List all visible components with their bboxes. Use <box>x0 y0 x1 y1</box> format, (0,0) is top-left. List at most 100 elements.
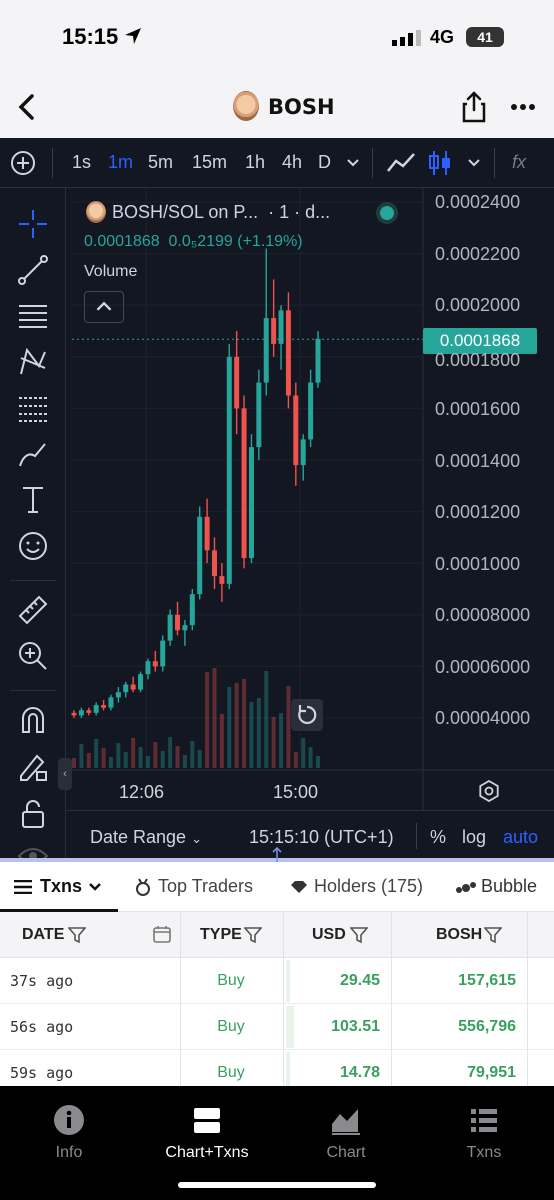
cell-bosh: 157,615 <box>458 972 516 989</box>
bosh-filter-icon[interactable] <box>484 927 502 943</box>
horizontal-lines-icon[interactable] <box>17 300 49 332</box>
volume-bar <box>160 751 165 768</box>
interval-15m[interactable]: 15m <box>192 152 227 173</box>
interval-1s[interactable]: 1s <box>72 152 91 173</box>
ruler-icon[interactable] <box>17 594 49 626</box>
legend-change: 0.0₅2199 (+1.19%) <box>168 233 303 250</box>
volume-bar <box>301 738 306 768</box>
share-icon[interactable] <box>460 90 488 124</box>
crosshair-icon[interactable] <box>17 208 49 240</box>
back-chevron-icon[interactable] <box>14 90 38 124</box>
txns-table-header: DATE TYPE USD BOSH <box>0 912 554 958</box>
chart-panel[interactable]: 1s 1m 5m 15m 1h 4h D fx ‹ BOSH/SOL on P.… <box>0 138 554 864</box>
table-row[interactable]: 37s ago Buy 29.45 157,615 <box>0 958 554 1004</box>
chart-footer: Date Range ⌄ 15:15:10 (UTC+1) % log auto <box>66 810 554 860</box>
candle-body <box>189 594 195 626</box>
page-title: BOSH <box>268 95 335 119</box>
col-usd[interactable]: USD <box>312 926 346 944</box>
percent-toggle[interactable]: % <box>430 827 446 848</box>
price-axis-label: 0.0001000 <box>435 554 521 574</box>
cell-usd: 14.78 <box>339 1064 380 1081</box>
candle-body <box>123 684 129 693</box>
date-range-button[interactable]: Date Range ⌄ <box>90 827 202 848</box>
candle-body <box>175 614 181 631</box>
auto-toggle[interactable]: auto <box>503 827 538 848</box>
trend-line-icon[interactable] <box>17 254 49 286</box>
volume-bar <box>168 737 173 768</box>
usd-filter-icon[interactable] <box>350 927 368 943</box>
tools-divider <box>10 580 56 581</box>
candle-body <box>101 705 107 708</box>
table-row[interactable]: 56s ago Buy 103.51 556,796 <box>0 1004 554 1050</box>
nav-chart-txns[interactable]: Chart+Txns <box>147 1104 267 1162</box>
lock-drawing-icon[interactable] <box>17 750 49 782</box>
volume-bar <box>153 742 158 768</box>
legend-values: 0.0001868 0.0₅2199 (+1.19%) <box>84 233 303 251</box>
candle-body <box>308 382 314 440</box>
cell-type: Buy <box>217 972 245 989</box>
volume-bar <box>197 750 202 768</box>
interval-chevron-down-icon[interactable] <box>346 158 360 168</box>
chart-type-chevron-down-icon[interactable] <box>467 158 481 168</box>
col-type[interactable]: TYPE <box>200 926 242 944</box>
col-bosh[interactable]: BOSH <box>436 926 482 944</box>
calendar-icon[interactable] <box>153 925 171 943</box>
volume-bar <box>116 743 121 768</box>
zoom-in-icon[interactable] <box>17 640 49 672</box>
pattern-tool-icon[interactable] <box>17 346 49 378</box>
volume-bar <box>316 756 320 768</box>
price-axis-label: 0.00008000 <box>435 605 531 625</box>
column-divider <box>180 912 181 1090</box>
line-chart-type-icon[interactable] <box>386 151 416 175</box>
interval-d[interactable]: D <box>318 152 331 173</box>
volume-bar <box>205 672 210 768</box>
price-axis-label: 0.0001200 <box>435 502 521 522</box>
price-axis-label: 0.00004000 <box>435 708 531 728</box>
nav-info[interactable]: Info <box>9 1104 129 1162</box>
volume-bar <box>101 748 106 768</box>
nav-chart[interactable]: Chart <box>286 1104 406 1162</box>
magnet-icon[interactable] <box>17 704 49 736</box>
col-date[interactable]: DATE <box>22 926 64 944</box>
volume-bar <box>227 687 232 768</box>
unlock-icon[interactable] <box>17 798 49 830</box>
nav-txns[interactable]: Txns <box>424 1104 544 1162</box>
cell-type: Buy <box>217 1064 245 1081</box>
interval-4h[interactable]: 4h <box>282 152 302 173</box>
volume-bar <box>145 756 150 768</box>
log-toggle[interactable]: log <box>462 827 486 848</box>
interval-1h[interactable]: 1h <box>245 152 265 173</box>
candle-body <box>160 640 166 667</box>
collapse-legend-button[interactable] <box>84 291 124 323</box>
volume-bar <box>190 741 195 768</box>
info-icon <box>54 1105 84 1135</box>
candle-body <box>93 705 99 713</box>
add-indicator-icon[interactable] <box>10 150 36 176</box>
type-filter-icon[interactable] <box>244 927 262 943</box>
cell-usd: 29.45 <box>339 972 380 989</box>
collapse-tools-button[interactable]: ‹ <box>58 758 72 790</box>
medal-icon <box>136 878 150 896</box>
time-axis-label: 12:06 <box>119 782 165 802</box>
reset-chart-icon[interactable] <box>291 699 323 731</box>
interval-1m[interactable]: 1m <box>108 152 133 173</box>
volume-bar <box>72 758 76 768</box>
chart-settings-icon[interactable] <box>478 780 500 802</box>
cell-age: 59s ago <box>10 1064 74 1082</box>
toolbar-divider <box>52 148 53 178</box>
candles-chart-type-icon[interactable] <box>428 149 452 177</box>
volume-bar <box>234 683 239 768</box>
volume-bar <box>279 713 284 768</box>
interval-5m[interactable]: 5m <box>148 152 173 173</box>
more-icon[interactable] <box>510 102 536 112</box>
brush-tool-icon[interactable] <box>17 438 49 470</box>
text-tool-icon[interactable] <box>17 484 49 516</box>
candle-body <box>263 318 269 383</box>
usd-volume-bar <box>286 960 290 1002</box>
emoji-tool-icon[interactable] <box>17 530 49 562</box>
date-range-chevron-icon: ⌄ <box>191 831 202 846</box>
fib-retracement-icon[interactable] <box>17 392 49 424</box>
date-filter-icon[interactable] <box>68 927 86 943</box>
indicators-fx-icon[interactable]: fx <box>512 152 526 173</box>
timezone-clock[interactable]: 15:15:10 (UTC+1) <box>249 827 394 848</box>
